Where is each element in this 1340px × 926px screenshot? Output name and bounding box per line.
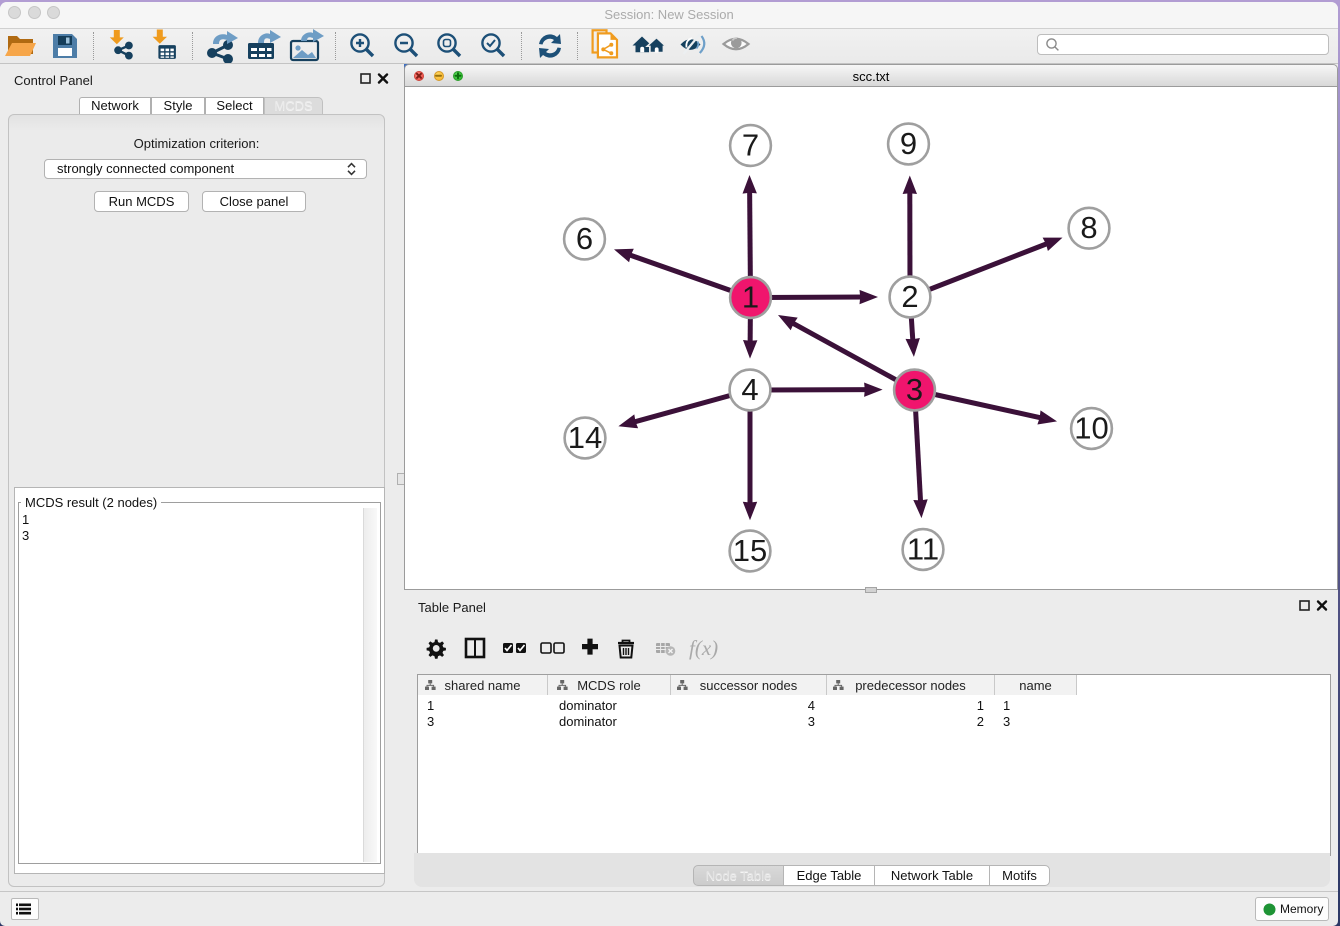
svg-text:4: 4 — [741, 372, 758, 407]
svg-text:2: 2 — [901, 279, 918, 314]
svg-text:14: 14 — [568, 420, 602, 455]
svg-text:15: 15 — [733, 533, 767, 568]
svg-text:6: 6 — [576, 221, 593, 256]
svg-text:10: 10 — [1074, 411, 1108, 446]
svg-text:11: 11 — [907, 532, 939, 567]
svg-text:7: 7 — [742, 128, 759, 163]
svg-text:1: 1 — [742, 280, 759, 315]
svg-text:8: 8 — [1080, 210, 1097, 245]
svg-text:9: 9 — [900, 126, 917, 161]
svg-text:3: 3 — [906, 372, 923, 407]
